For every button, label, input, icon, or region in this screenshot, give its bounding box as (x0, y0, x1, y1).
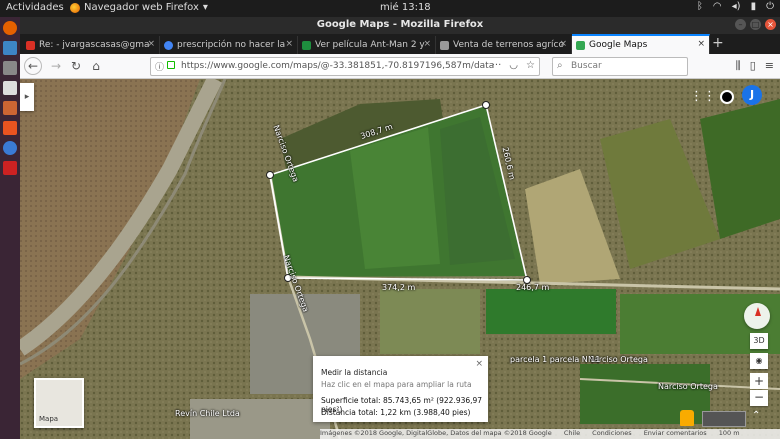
help-icon[interactable] (3, 141, 17, 155)
google-apps-icon[interactable]: ⋮⋮ (690, 89, 716, 104)
clock[interactable]: mié 13:18 (380, 2, 431, 13)
thunderbird-launcher-icon[interactable] (3, 41, 17, 55)
files-launcher-icon[interactable] (3, 61, 17, 75)
my-location-icon[interactable]: ◉ (750, 353, 768, 369)
volume-icon[interactable]: ◂) (732, 1, 741, 12)
app-name: Navegador web Firefox (84, 2, 199, 13)
tab-movie[interactable]: Ver película Ant-Man 2 y × (298, 36, 436, 54)
tab-label: Ver película Ant-Man 2 y (315, 40, 425, 50)
close-tab-icon[interactable]: × (147, 39, 155, 49)
battery-icon[interactable]: ▮ (751, 1, 757, 12)
minimize-button[interactable]: – (735, 19, 746, 30)
forward-button[interactable]: → (48, 58, 64, 74)
tab-label: prescripción no hacer la (177, 40, 286, 50)
maps-icon (576, 40, 585, 50)
attribution-text: Imágenes ©2018 Google, DigitalGlobe, Dat… (320, 429, 552, 437)
close-window-button[interactable]: × (765, 19, 776, 30)
ubuntu-software-icon[interactable] (3, 121, 17, 135)
home-button[interactable]: ⌂ (88, 58, 104, 74)
back-button[interactable]: ← (24, 57, 42, 75)
tab-label: Re: - jvargascasas@gma (39, 40, 150, 50)
tab-gmail[interactable]: Re: - jvargascasas@gma × (22, 36, 160, 54)
search-bar[interactable]: ⌕ Buscar (552, 57, 688, 76)
firefox-icon (70, 2, 80, 13)
place-label[interactable]: Revín Chile Ltda (175, 409, 240, 418)
google-icon (164, 40, 173, 50)
measure-distance-card: × Medir la distancia Haz clic en el mapa… (313, 356, 488, 422)
window-title-bar: Google Maps - Mozilla Firefox – □ × (20, 17, 780, 34)
measure-title: Medir la distancia (321, 368, 388, 377)
navigation-toolbar: ← → ↻ ⌂ ⓘ https://www.google.com/maps/@-… (20, 54, 780, 79)
pocket-icon[interactable]: ◡ (509, 60, 518, 71)
page-actions-icon[interactable]: ··· (492, 60, 502, 71)
close-tab-icon[interactable]: × (423, 39, 431, 49)
layer-switcher[interactable]: Mapa (34, 378, 84, 428)
account-avatar[interactable]: J (742, 85, 762, 105)
window-title: Google Maps - Mozilla Firefox (316, 19, 484, 30)
tab-google-maps[interactable]: Google Maps × (572, 34, 710, 54)
system-top-bar: Actividades Navegador web Firefox ▾ mié … (0, 0, 780, 17)
feedback-link[interactable]: Enviar comentarios (644, 429, 707, 437)
close-tab-icon[interactable]: × (697, 39, 705, 49)
map-canvas[interactable]: ▸ ⋮⋮ J Narciso Ortega Narciso Ortega Nar… (20, 79, 780, 439)
writer-launcher-icon[interactable] (3, 81, 17, 95)
url-bar[interactable]: ⓘ https://www.google.com/maps/@-33.38185… (150, 57, 540, 76)
app-launcher-icon[interactable] (3, 161, 17, 175)
terms-link[interactable]: Condiciones (592, 429, 631, 437)
maximize-button[interactable]: □ (750, 19, 761, 30)
country-link[interactable]: Chile (564, 429, 580, 437)
close-tab-icon[interactable]: × (285, 39, 293, 49)
play-icon (302, 40, 311, 50)
3d-toggle-button[interactable]: 3D (750, 333, 768, 349)
new-tab-button[interactable]: + (712, 35, 724, 51)
lock-icon[interactable] (167, 61, 175, 69)
expand-imagery-icon[interactable]: ⌃ (752, 410, 760, 421)
segment-distance-label: 374,2 m (382, 283, 416, 292)
tab-label: Google Maps (589, 40, 648, 50)
chevron-down-icon: ▾ (202, 2, 208, 13)
imagery-thumbnails[interactable] (702, 411, 746, 427)
measure-hint: Haz clic en el mapa para ampliar la ruta (321, 380, 472, 389)
bookmark-star-icon[interactable]: ☆ (526, 60, 535, 71)
pegman-icon[interactable] (680, 410, 694, 426)
segment-distance-label: 246,7 m (516, 283, 550, 292)
sidebar-icon[interactable]: ▯ (750, 59, 756, 73)
search-icon: ⌕ (557, 60, 563, 71)
layer-switcher-label: Mapa (39, 415, 59, 423)
notifications-icon[interactable] (720, 90, 734, 104)
info-icon[interactable]: ⓘ (155, 60, 164, 73)
map-footer: Imágenes ©2018 Google, DigitalGlobe, Dat… (320, 429, 780, 439)
search-placeholder: Buscar (571, 61, 602, 71)
menu-icon[interactable]: ≡ (765, 59, 774, 73)
wifi-icon[interactable]: ◠ (713, 1, 722, 12)
reload-button[interactable]: ↻ (68, 58, 84, 74)
compass-icon[interactable] (744, 303, 770, 329)
dock (0, 17, 20, 439)
software-launcher-icon[interactable] (3, 101, 17, 115)
tab-strip: Re: - jvargascasas@gma × prescripción no… (20, 34, 780, 54)
zoom-out-button[interactable]: − (750, 390, 768, 406)
road-label: Narciso Ortega (658, 382, 718, 391)
place-label[interactable]: parcela 1 parcela N 11 (510, 355, 601, 364)
tab-terrenos[interactable]: Venta de terrenos agríco × (436, 36, 572, 54)
scale-bar[interactable]: 100 m (719, 429, 740, 437)
tab-google-search[interactable]: prescripción no hacer la × (160, 36, 298, 54)
site-icon (440, 40, 449, 50)
close-icon[interactable]: × (475, 359, 483, 369)
tab-label: Venta de terrenos agríco (453, 40, 565, 50)
close-tab-icon[interactable]: × (559, 39, 567, 49)
library-icon[interactable]: ⫼ (736, 59, 741, 73)
activities-button[interactable]: Actividades (6, 2, 64, 13)
url-text[interactable]: https://www.google.com/maps/@-33.381851,… (181, 61, 494, 71)
expand-side-panel-button[interactable]: ▸ (20, 83, 34, 111)
mail-icon (26, 40, 35, 50)
zoom-in-button[interactable]: + (750, 373, 768, 389)
power-icon[interactable]: ⏻ (766, 1, 774, 12)
app-menu[interactable]: Navegador web Firefox ▾ (70, 2, 208, 13)
system-tray[interactable]: ᛒ ◠ ◂) ▮ ⏻ (697, 1, 774, 12)
bluetooth-icon[interactable]: ᛒ (697, 1, 703, 12)
firefox-launcher-icon[interactable] (3, 21, 17, 35)
total-distance: Distancia total: 1,22 km (3.988,40 pies) (321, 408, 471, 417)
